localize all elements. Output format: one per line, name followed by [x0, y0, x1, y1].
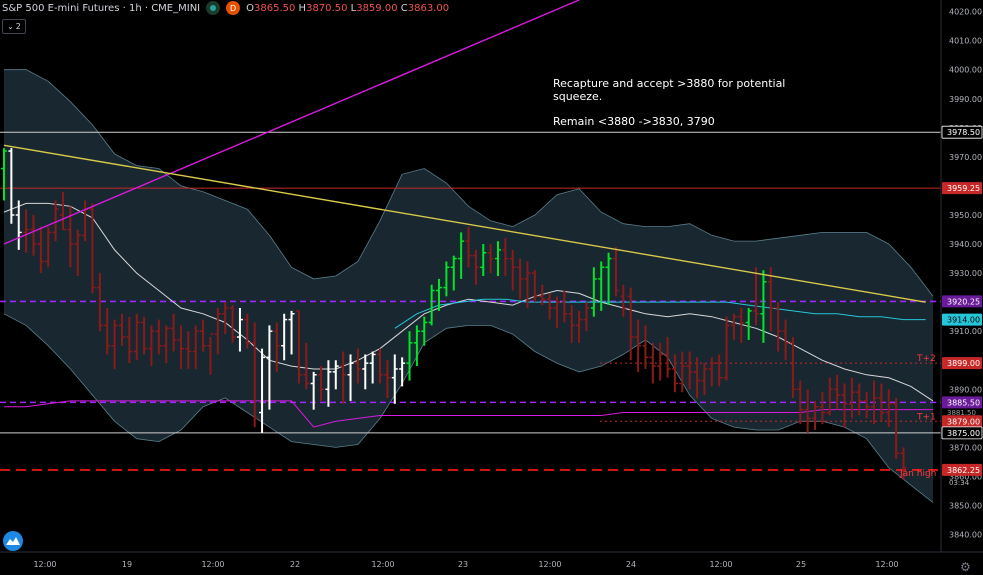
indicators-collapse-button[interactable]: ⌄ 2: [2, 19, 26, 34]
tradingview-logo-icon[interactable]: [3, 531, 23, 551]
target-label: T+2: [916, 354, 936, 364]
x-tick-label: 22: [290, 560, 300, 569]
open-value: 3865.50: [254, 2, 296, 14]
y-tick-label: 3840.00: [949, 531, 982, 540]
price-label: 3885.50: [947, 398, 980, 407]
ohlc-readout: O3865.50 H3870.50 L3859.00 C3863.00: [246, 3, 449, 14]
y-tick-label: 3870.00: [949, 443, 982, 452]
price-label: 3978.50: [947, 128, 980, 137]
y-tick-label: 3990.00: [949, 95, 982, 104]
indicator-count: 2: [15, 22, 21, 31]
price-label: 3879.00: [947, 417, 980, 426]
chart-annotation[interactable]: Recapture and accept >3880 for potential…: [553, 77, 793, 140]
price-label: 3959.25: [947, 184, 980, 193]
x-tick-label: 12:00: [709, 560, 732, 569]
countdown-label: 03:34: [949, 479, 970, 487]
open-label: O: [246, 2, 254, 14]
x-tick-label: 23: [458, 560, 468, 569]
chevron-down-icon: ⌄: [7, 22, 14, 31]
gear-icon[interactable]: ⚙: [960, 560, 971, 574]
price-label-overlap: 3881.50: [947, 409, 976, 417]
x-tick-label: 12:00: [538, 560, 561, 569]
close-value: 3863.00: [407, 2, 450, 14]
price-label: 3914.00: [947, 316, 980, 325]
price-label: 3920.25: [947, 297, 980, 306]
price-axis: [941, 0, 983, 575]
y-tick-label: 3910.00: [949, 327, 982, 336]
y-tick-label: 3940.00: [949, 240, 982, 249]
y-tick-label: 3930.00: [949, 269, 982, 278]
symbol-title[interactable]: S&P 500 E-mini Futures · 1h · CME_MINI: [2, 3, 200, 14]
dividend-badge[interactable]: D: [226, 1, 241, 15]
target-label: T+1: [916, 412, 936, 422]
low-value: 3859.00: [356, 2, 398, 14]
chart-window: 4020.004010.004000.003990.003980.003970.…: [0, 0, 983, 575]
high-value: 3870.50: [306, 2, 348, 14]
y-tick-label: 3890.00: [949, 385, 982, 394]
price-chart[interactable]: 4020.004010.004000.003990.003980.003970.…: [0, 0, 983, 575]
y-tick-label: 3970.00: [949, 153, 982, 162]
price-label: 3899.00: [947, 359, 980, 368]
price-label: 3862.25: [947, 466, 980, 475]
annotation-line-1: Recapture and accept >3880 for potential…: [553, 77, 786, 103]
x-tick-label: 24: [626, 560, 636, 569]
x-tick-label: 12:00: [875, 560, 898, 569]
market-status-icon: [206, 1, 221, 15]
y-tick-label: 4020.00: [949, 8, 982, 17]
close-label: C: [400, 2, 408, 14]
chart-header: S&P 500 E-mini Futures · 1h · CME_MINI D…: [0, 0, 449, 16]
price-label: 3875.00: [947, 429, 980, 438]
annotation-line-2: Remain <3880 ->3830, 3790: [553, 115, 715, 128]
target-label: Jan high: [899, 469, 936, 479]
logo-mountain-icon: [6, 537, 20, 545]
x-tick-label: 12:00: [201, 560, 224, 569]
y-tick-label: 3950.00: [949, 211, 982, 220]
x-tick-label: 25: [796, 560, 806, 569]
y-tick-label: 4000.00: [949, 66, 982, 75]
x-tick-label: 12:00: [33, 560, 56, 569]
bollinger-band-fill: [4, 69, 933, 503]
y-tick-label: 3850.00: [949, 502, 982, 511]
high-label: H: [298, 2, 307, 14]
x-tick-label: 12:00: [371, 560, 394, 569]
y-tick-label: 4010.00: [949, 37, 982, 46]
x-tick-label: 19: [122, 560, 132, 569]
